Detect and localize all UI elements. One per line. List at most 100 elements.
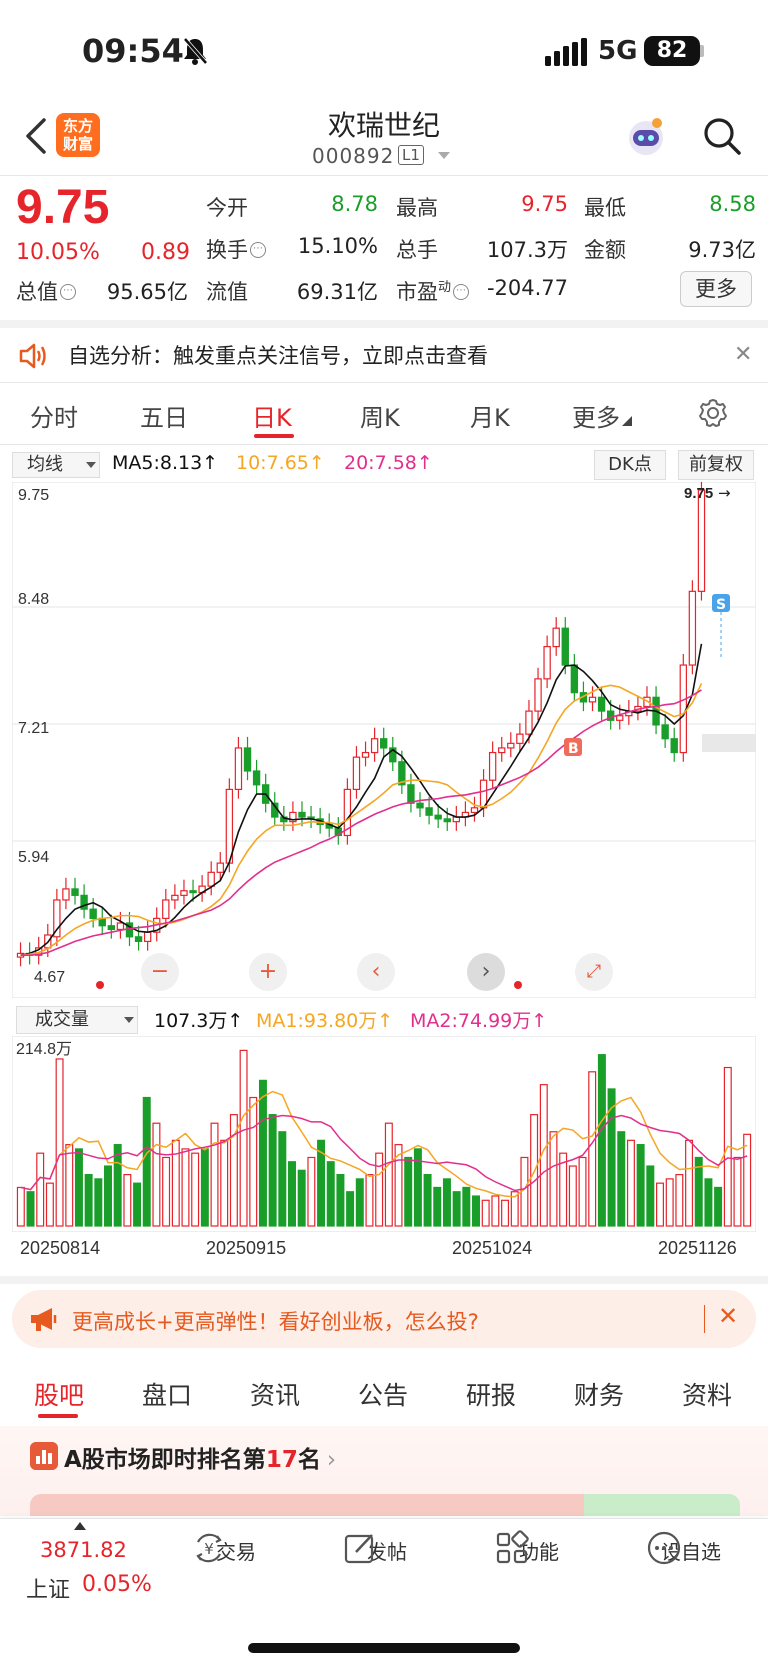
info-icon[interactable]: ⋯ xyxy=(453,284,470,300)
high-value: 9.75 xyxy=(521,192,568,216)
tab-news[interactable]: 资讯 xyxy=(250,1376,300,1412)
volume-value: 107.3万 xyxy=(486,238,568,262)
tab-more-label: 更多 xyxy=(572,404,620,432)
close-icon[interactable]: ✕ xyxy=(734,342,752,367)
nav-functions[interactable]: 功能 xyxy=(494,1530,584,1565)
volume-bar xyxy=(685,1139,694,1227)
code-dropdown-icon[interactable] xyxy=(438,152,450,159)
caret-icon xyxy=(622,416,632,426)
scroll-right-button[interactable]: › xyxy=(467,953,505,991)
tab-research[interactable]: 研报 xyxy=(466,1376,516,1412)
speaker-icon xyxy=(19,343,46,369)
scroll-left-button[interactable]: ‹ xyxy=(357,953,395,991)
settings-gear-icon[interactable] xyxy=(698,398,728,428)
candle-body xyxy=(143,931,152,943)
nav-post[interactable]: 发帖 xyxy=(342,1530,432,1565)
rank-chart-icon xyxy=(30,1442,58,1470)
volume-bar xyxy=(278,1131,287,1227)
info-icon[interactable]: ⋯ xyxy=(250,242,266,258)
high-marker-arrow: → xyxy=(718,484,731,502)
index-value[interactable]: 3871.82 xyxy=(40,1538,127,1562)
tab-intraday[interactable]: 分时 xyxy=(30,398,78,433)
volume-max-label: 214.8万 xyxy=(16,1041,72,1058)
tab-profile[interactable]: 资料 xyxy=(682,1376,732,1412)
tab-financials[interactable]: 财务 xyxy=(574,1376,624,1412)
zoom-out-button[interactable]: − xyxy=(141,953,179,991)
candle-body xyxy=(107,925,116,931)
price-range-band xyxy=(702,734,756,752)
ai-assistant-icon[interactable] xyxy=(624,114,668,158)
indicator-select[interactable]: 成交量 xyxy=(16,1006,138,1034)
promo-text[interactable]: 自选分析：触发重点关注信号，立即点击查看 xyxy=(68,340,488,370)
volume-bar xyxy=(472,1195,480,1227)
tab-daily-k[interactable]: 日K xyxy=(252,398,292,433)
candle-body xyxy=(171,894,179,901)
tab-more[interactable]: 更多 xyxy=(572,398,632,433)
volume-bar xyxy=(588,1071,597,1227)
candle-body xyxy=(116,922,125,931)
forward-adjust-button[interactable]: 前复权 xyxy=(678,450,754,480)
volume-bar xyxy=(181,1148,190,1227)
close-icon[interactable]: ✕ xyxy=(718,1302,738,1330)
change-amount: 0.89 xyxy=(141,240,190,265)
candle-body xyxy=(588,696,597,703)
nav-add-watchlist[interactable]: 设自选 xyxy=(646,1530,736,1565)
y-tick-label: 4.67 xyxy=(34,969,65,986)
more-button[interactable]: 更多 xyxy=(680,271,752,307)
candle-body xyxy=(180,890,188,896)
volume-bar xyxy=(481,1199,490,1227)
home-indicator xyxy=(248,1643,520,1653)
volume-bar xyxy=(113,1144,122,1227)
stock-code[interactable]: 000892 xyxy=(312,144,394,168)
volume-bar xyxy=(568,1165,577,1227)
low-value: 8.58 xyxy=(709,192,756,216)
candle-body xyxy=(561,627,569,666)
volume-bar xyxy=(297,1169,306,1227)
candle-body xyxy=(62,888,70,901)
signal-icon xyxy=(545,38,587,66)
volume-bar xyxy=(191,1152,200,1227)
dk-point-button[interactable]: DK点 xyxy=(594,450,666,480)
date-label: 20250814 xyxy=(20,1238,101,1258)
volume-bar xyxy=(258,1079,267,1227)
volume-chart[interactable]: 214.8万 xyxy=(12,1036,756,1232)
pe-superscript: 动 xyxy=(438,280,452,295)
tab-weekly-k[interactable]: 周K xyxy=(360,398,400,433)
index-name[interactable]: 上证 xyxy=(26,1572,70,1604)
open-label: 今开 xyxy=(206,196,248,220)
volume-bar xyxy=(636,1144,645,1227)
section-gap xyxy=(0,320,768,328)
candlestick-chart[interactable]: 9.75 8.48 7.21 5.94 4.67 9.75 → B S xyxy=(12,482,756,998)
header-divider xyxy=(0,175,768,176)
volume-bar xyxy=(733,1156,742,1227)
candle-body xyxy=(488,751,497,781)
volume-bar xyxy=(84,1174,93,1227)
tab-monthly-k[interactable]: 月K xyxy=(470,398,510,433)
volume-bar xyxy=(326,1161,335,1227)
candle-body xyxy=(543,646,551,680)
info-icon[interactable]: ⋯ xyxy=(60,284,76,300)
tab-order-book[interactable]: 盘口 xyxy=(142,1376,192,1412)
market-rank[interactable]: A股市场即时排名第17名 › xyxy=(64,1440,336,1474)
turnover-label-text: 换手 xyxy=(206,238,248,262)
candle-body xyxy=(252,770,261,786)
index-expand-icon[interactable] xyxy=(74,1522,86,1530)
tab-guba[interactable]: 股吧 xyxy=(34,1376,84,1412)
date-label: 20251126 xyxy=(658,1238,737,1258)
megaphone-icon xyxy=(31,1308,57,1331)
volume-bar xyxy=(404,1156,413,1227)
volume-bar xyxy=(501,1199,510,1227)
zoom-in-button[interactable]: + xyxy=(249,953,287,991)
mcap-label: 总值 ⋯ xyxy=(16,276,76,306)
high-label: 最高 xyxy=(396,196,438,220)
rank-prefix: A股市场即时排名第 xyxy=(64,1447,266,1473)
tab-five-day[interactable]: 五日 xyxy=(140,398,188,433)
banner-text[interactable]: 更高成长+更高弹性！看好创业板，怎么投? xyxy=(72,1306,479,1336)
fullscreen-expand-icon[interactable]: ⤢ xyxy=(575,953,613,991)
volume-bar xyxy=(16,1186,25,1227)
index-percent[interactable]: 0.05% xyxy=(82,1572,152,1597)
tab-announcements[interactable]: 公告 xyxy=(358,1376,408,1412)
volume-bar xyxy=(162,1156,171,1227)
search-icon[interactable] xyxy=(702,116,742,156)
nav-trade[interactable]: ¥ 交易 xyxy=(191,1530,281,1565)
